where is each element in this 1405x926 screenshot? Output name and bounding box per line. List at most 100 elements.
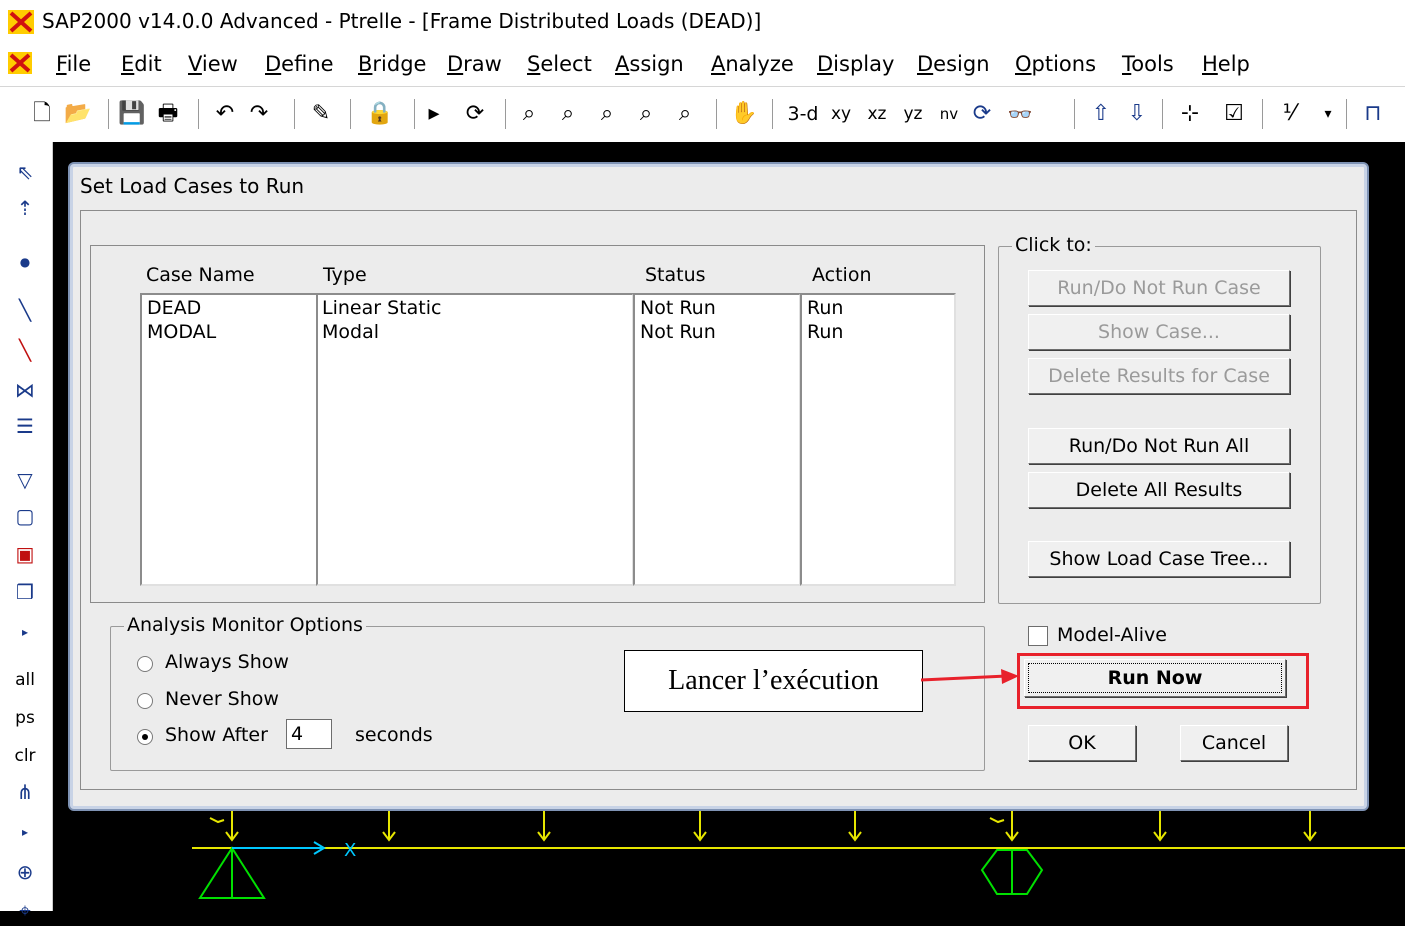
draw-joint-icon[interactable]: ●	[8, 246, 42, 278]
view-yz-button[interactable]: yz	[900, 97, 926, 131]
toolbar-expand-icon[interactable]: ▸	[8, 616, 42, 648]
action-cell[interactable]: Run	[807, 321, 843, 343]
menu-assign[interactable]: Assign	[615, 52, 684, 76]
open-folder-icon[interactable]: 📂	[64, 97, 92, 131]
menu-bar: File Edit View Define Bridge Draw Select…	[0, 44, 1405, 87]
redo-icon[interactable]: ↷	[246, 97, 272, 131]
status-cell[interactable]: Not Run	[640, 297, 716, 319]
pointer-select-icon[interactable]: ⇖	[8, 156, 42, 188]
previous-zoom-icon[interactable]: ⌕	[592, 97, 622, 131]
pencil-icon[interactable]: ✎	[308, 97, 334, 131]
draw-frame-icon[interactable]: ╲	[8, 294, 42, 326]
menu-options[interactable]: Options	[1015, 52, 1096, 76]
action-cell[interactable]: Run	[807, 297, 843, 319]
run-do-not-run-case-button[interactable]: Run/Do Not Run Case	[1028, 270, 1290, 306]
menu-file[interactable]: File	[56, 52, 91, 76]
annotation-arrow	[921, 669, 1019, 684]
reshape-icon[interactable]: ⇡	[8, 192, 42, 224]
run-analysis-icon[interactable]: ▸	[424, 97, 444, 131]
menu-select[interactable]: Select	[527, 52, 592, 76]
type-cell[interactable]: Modal	[322, 321, 379, 343]
sap2000-doc-icon[interactable]	[8, 52, 32, 74]
draw-solid-icon[interactable]: ❒	[8, 576, 42, 608]
quick-draw-frame-icon[interactable]: ⋈	[8, 374, 42, 406]
frame-draw-icon[interactable]: ⊓	[1356, 97, 1390, 131]
new-file-icon[interactable]: 🗋	[28, 97, 56, 131]
lock-icon[interactable]: 🔒	[366, 97, 394, 131]
model-alive-checkbox[interactable]	[1028, 626, 1048, 646]
menu-help[interactable]: Help	[1202, 52, 1250, 76]
always-show-label: Always Show	[165, 651, 289, 673]
menu-draw[interactable]: Draw	[447, 52, 502, 76]
show-after-radio[interactable]	[137, 729, 153, 745]
delete-all-results-button[interactable]: Delete All Results	[1028, 472, 1290, 508]
draw-poly-area-icon[interactable]: ▽	[8, 464, 42, 496]
menu-analyze[interactable]: Analyze	[711, 52, 794, 76]
run-now-button[interactable]: Run Now	[1024, 659, 1286, 697]
menu-display[interactable]: Display	[817, 52, 894, 76]
zoom-window-icon[interactable]: ⌕	[514, 97, 544, 131]
case-name-cell[interactable]: MODAL	[147, 321, 216, 343]
move-down-icon[interactable]: ⇩	[1124, 97, 1150, 131]
case-name-cell[interactable]: DEAD	[147, 297, 201, 319]
pan-hand-icon[interactable]: ✋	[728, 97, 760, 131]
menu-design[interactable]: Design	[917, 52, 990, 76]
never-show-label: Never Show	[165, 688, 279, 710]
menu-view[interactable]: View	[188, 52, 238, 76]
type-cell[interactable]: Linear Static	[322, 297, 441, 319]
draw-cable-icon[interactable]: ╲	[8, 334, 42, 366]
cancel-button[interactable]: Cancel	[1180, 725, 1288, 761]
toolbar-expand-icon-2[interactable]: ▸	[8, 816, 42, 848]
print-icon[interactable]: 🖶	[154, 97, 182, 131]
zoom-out-icon[interactable]: ⌕	[670, 97, 700, 131]
menu-bridge[interactable]: Bridge	[358, 52, 426, 76]
show-case-button[interactable]: Show Case...	[1028, 314, 1290, 350]
object-shrink-icon[interactable]: ⊹	[1174, 97, 1206, 131]
set-display-options-icon[interactable]: ☑	[1220, 97, 1248, 131]
never-show-radio[interactable]	[137, 693, 153, 709]
select-all-button[interactable]: all	[8, 664, 42, 696]
left-toolbar: ⇖ ⇡ ● ╲ ╲ ⋈ ☰ ▽ ▢ ▣ ❒ ▸ all ps clr ⋔ ▸ ⊕…	[0, 142, 53, 922]
menu-define[interactable]: Define	[265, 52, 334, 76]
show-after-seconds-input[interactable]	[286, 719, 332, 749]
snap-to-points-icon[interactable]: ⊕	[8, 856, 42, 888]
view-xz-button[interactable]: xz	[864, 97, 890, 131]
previous-select-button[interactable]: ps	[8, 702, 42, 734]
menu-tools[interactable]: Tools	[1122, 52, 1174, 76]
run-do-not-run-all-button[interactable]: Run/Do Not Run All	[1028, 428, 1290, 464]
dialog-title: Set Load Cases to Run	[80, 174, 305, 198]
model-canvas[interactable]: X	[52, 800, 1405, 911]
show-after-label: Show After	[165, 724, 268, 746]
header-status: Status	[645, 264, 706, 286]
undo-icon[interactable]: ↶	[212, 97, 238, 131]
restore-full-view-icon[interactable]: ⌕	[553, 97, 583, 131]
clear-selection-button[interactable]: clr	[8, 740, 42, 772]
rotate-3d-icon[interactable]: ⟳	[968, 97, 996, 131]
menu-edit[interactable]: Edit	[121, 52, 162, 76]
status-cell[interactable]: Not Run	[640, 321, 716, 343]
zoom-in-icon[interactable]: ⌕	[631, 97, 661, 131]
draw-section-cut-icon[interactable]: ☰	[8, 410, 42, 442]
toolbar-overflow-icon[interactable]: ▾	[1318, 97, 1338, 131]
show-load-case-tree-button[interactable]: Show Load Case Tree...	[1028, 541, 1290, 577]
delete-results-for-case-button[interactable]: Delete Results for Case	[1028, 358, 1290, 394]
units-fraction-icon[interactable]: ⅟	[1274, 97, 1304, 131]
svg-text:X: X	[344, 840, 356, 861]
ok-button[interactable]: OK	[1028, 725, 1136, 761]
draw-rect-area-icon[interactable]: ▢	[8, 500, 42, 532]
header-type: Type	[323, 264, 367, 286]
quick-draw-area-icon[interactable]: ▣	[8, 538, 42, 570]
view-xy-button[interactable]: xy	[828, 97, 854, 131]
intersecting-line-select-icon[interactable]: ⋔	[8, 776, 42, 808]
title-bar: SAP2000 v14.0.0 Advanced - Ptrelle - [Fr…	[0, 0, 1405, 44]
view-3d-button[interactable]: 3-d	[786, 97, 820, 131]
seconds-label: seconds	[355, 724, 433, 746]
rubber-band-zoom-icon[interactable]: ⟳	[460, 97, 490, 131]
perspective-toggle-icon[interactable]: 👓	[1002, 97, 1038, 131]
always-show-radio[interactable]	[137, 656, 153, 672]
snap-to-ends-icon[interactable]: ⌖	[8, 894, 42, 926]
save-icon[interactable]: 💾	[118, 97, 146, 131]
click-to-label: Click to:	[1012, 234, 1095, 256]
view-nv-button[interactable]: nv	[936, 97, 962, 131]
move-up-icon[interactable]: ⇧	[1088, 97, 1114, 131]
